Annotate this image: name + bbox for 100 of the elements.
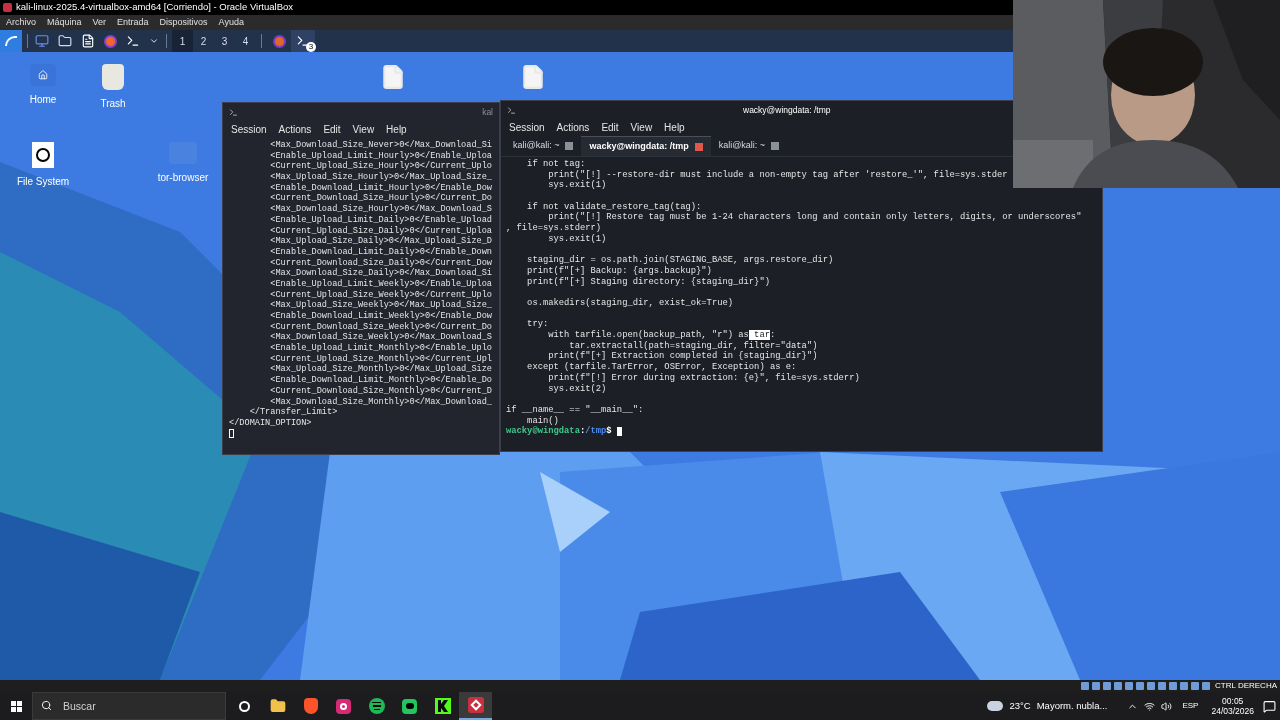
code-line: staging_dir = os.path.join(STAGING_BASE, args.restore_dir) xyxy=(526,254,834,266)
shield-icon[interactable] xyxy=(303,698,318,714)
code-line: <Current_Download_Size_Hourly>0</Current_Do xyxy=(269,193,492,204)
close-icon[interactable] xyxy=(771,142,780,150)
file-icon[interactable] xyxy=(380,64,406,90)
code-line: <Max_Download_Size_Never>0</Max_Download_Si xyxy=(269,140,492,151)
terminal-tab[interactable]: kali@kali: ~ xyxy=(505,136,582,156)
workspace-tab[interactable]: 1 xyxy=(172,30,193,52)
workspace-tab[interactable]: 4 xyxy=(235,30,256,52)
desktop-icon[interactable] xyxy=(35,34,49,48)
code-line: </DOMAIN_OPTION> xyxy=(229,417,312,429)
sound-waves-icon[interactable] xyxy=(368,698,385,714)
weather-summary[interactable]: Mayorm. nubla... xyxy=(1036,698,1108,714)
code-line: <Max_Download_Size_Daily>0</Max_Download_Si xyxy=(269,268,492,279)
search-icon xyxy=(41,700,52,711)
code-line: <Current_Upload_Size_Weekly>0</Current_Uplo xyxy=(269,289,492,300)
terminal-tab[interactable]: wacky@wingdata: /tmp xyxy=(581,136,711,156)
speaker-icon[interactable] xyxy=(1161,700,1173,712)
weather-icon[interactable] xyxy=(987,701,1004,711)
code-line: sys.exit(1) xyxy=(547,180,607,192)
code-line: <Max_Upload_Size_Daily>0</Max_Upload_Size_D xyxy=(269,236,492,247)
file-icon[interactable] xyxy=(520,64,546,90)
menu-item[interactable]: View xyxy=(352,121,375,137)
clock[interactable]: 00:05 24/03/2026 xyxy=(1208,696,1257,716)
code-line: if not validate_restore_tag(tag): xyxy=(526,200,702,212)
home-folder-icon[interactable] xyxy=(30,64,56,86)
menu-item[interactable]: Dispositivos xyxy=(159,15,208,30)
temperature-label[interactable]: 23°C xyxy=(1009,698,1031,714)
camera-icon[interactable] xyxy=(336,698,351,714)
text-editor-icon[interactable] xyxy=(81,34,95,48)
menu-item[interactable]: Máquina xyxy=(47,15,82,30)
code-line: </Transfer_Limit> xyxy=(248,407,338,418)
code-line: <Max_Upload_Size_Monthly>0</Max_Upload_Size xyxy=(269,364,492,375)
search-field[interactable]: Buscar xyxy=(32,692,226,720)
folder-icon[interactable] xyxy=(269,698,286,714)
globe-icon xyxy=(272,34,286,48)
close-icon[interactable] xyxy=(694,142,703,151)
terminal-icon[interactable] xyxy=(126,34,140,48)
shell-prompt: wacky@wingdata:/tmp$ xyxy=(506,426,613,437)
code-line: tar.extractall(path=staging_dir, filter="data") xyxy=(568,340,818,351)
menu-item[interactable]: Session xyxy=(231,121,267,137)
menu-item[interactable]: Ayuda xyxy=(218,15,244,30)
code-line: <Max_Upload_Size_Hourly>0</Max_Upload_Size_ xyxy=(269,172,492,183)
terminal-tab[interactable]: kali@kali: ~ xyxy=(710,136,788,156)
task-button[interactable]: 3 xyxy=(291,30,315,52)
code-line: <Enable_Upload_Limit_Daily>0</Enable_Upload xyxy=(269,214,492,226)
notifications-icon[interactable] xyxy=(1263,699,1276,713)
code-line: main() xyxy=(526,415,559,426)
workspace-tab[interactable]: 2 xyxy=(193,30,214,52)
code-line: <Enable_Download_Limit_Weekly>0</Enable_Dow xyxy=(269,311,492,322)
menu-item[interactable]: Help xyxy=(386,121,407,137)
desktop-icon-label[interactable]: File System xyxy=(16,174,70,189)
code-line: <Current_Upload_Size_Daily>0</Current_Uploa xyxy=(269,225,492,236)
caret-icon[interactable] xyxy=(149,36,159,46)
menu-item[interactable]: Archivo xyxy=(6,15,36,30)
code-line: if not tag: xyxy=(526,159,586,170)
k-logo-icon[interactable] xyxy=(434,698,451,714)
menu-item[interactable]: Session xyxy=(509,119,545,135)
code-line: <Enable_Upload_Limit_Hourly>0</Enable_Uploa xyxy=(269,150,492,161)
code-line: <Current_Download_Size_Daily>0</Current_Dow xyxy=(269,257,492,268)
code-line: <Enable_Upload_Limit_Weekly>0</Enable_Uploa xyxy=(269,278,492,290)
code-line: <Max_Download_Size_Weekly>0</Max_Download_S xyxy=(269,332,492,343)
code-line: <Max_Download_Size_Monthly>0</Max_Download_ xyxy=(269,396,492,407)
code-line: print(f"[+] Extraction completed in {staging_dir}") xyxy=(547,351,818,362)
menu-item[interactable]: Edit xyxy=(323,121,341,137)
folder-icon[interactable] xyxy=(58,34,72,48)
menu-item[interactable]: Edit xyxy=(601,119,619,135)
menu-item[interactable]: Entrada xyxy=(117,15,149,30)
menu-item[interactable]: View xyxy=(630,119,653,135)
window-title: kali-linux-2025.4-virtualbox-amd64 [Corriendo] - Oracle VirtualBox xyxy=(16,0,294,15)
network-icon[interactable] xyxy=(1144,700,1156,712)
code-line: <Max_Upload_Size_Weekly>0</Max_Upload_Size_ xyxy=(269,300,492,311)
menu-item[interactable]: Ver xyxy=(92,15,107,30)
menu-item[interactable]: Help xyxy=(664,119,685,135)
code-line: <Enable_Download_Limit_Hourly>0</Enable_Dow xyxy=(269,182,492,193)
code-line: <Current_Upload_Size_Hourly>0</Current_Uplo xyxy=(269,161,492,172)
workspace-tab[interactable]: 3 xyxy=(214,30,235,52)
trash-icon[interactable] xyxy=(102,64,124,90)
close-icon[interactable] xyxy=(565,142,574,150)
code-line: print("[!] Restore tag must be 1-24 characters long and contain only letters, digits, or underscores" xyxy=(547,212,1082,223)
code-line: <Current_Upload_Size_Monthly>0</Current_Upl xyxy=(269,353,492,364)
app-icon[interactable] xyxy=(402,698,417,714)
code-line: try: xyxy=(526,318,549,330)
globe-icon[interactable] xyxy=(104,34,117,48)
code-line: print("[!] --restore-dir must include a non-empty tag after 'restore_'", file=sys.stder xyxy=(547,169,1008,180)
code-line: sys.exit(1) xyxy=(547,233,607,245)
code-line: <Current_Download_Size_Weekly>0</Current_Do xyxy=(269,321,492,332)
menu-item[interactable]: Actions xyxy=(278,121,312,137)
desktop-icon-label[interactable]: tor-browser xyxy=(157,170,209,185)
menu-item[interactable]: Actions xyxy=(556,119,590,135)
desktop-icon-label[interactable]: Trash xyxy=(100,96,126,111)
drive-icon[interactable] xyxy=(32,142,54,168)
code-line: print(f"[+] Staging directory: {staging_dir}") xyxy=(526,276,770,288)
host-key-label: CTRL DERECHA xyxy=(1215,680,1277,692)
code-line: print(f"[!] Error during extraction: {e}", file=sys.stderr) xyxy=(547,372,860,384)
code-line: print(f"[+] Backup: {args.backup}") xyxy=(526,265,712,277)
desktop-icon-label[interactable]: Home xyxy=(29,92,57,107)
language-indicator[interactable]: ESP xyxy=(1182,700,1199,712)
window-title: wacky@wingdata: /tmp xyxy=(743,103,831,117)
code-line: except (tarfile.TarError, OSError, Exception) as e: xyxy=(526,362,797,373)
